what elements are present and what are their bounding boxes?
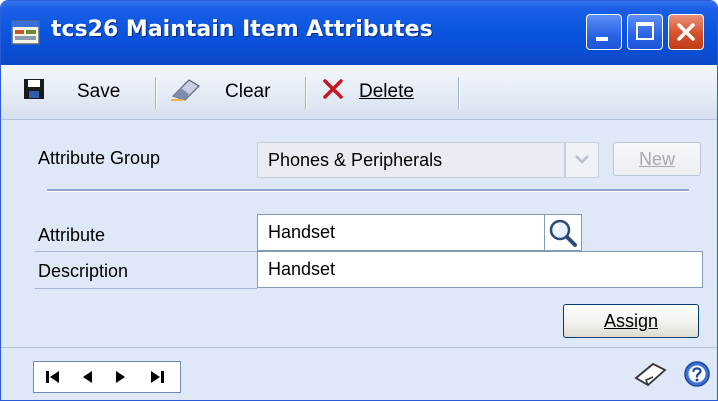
delete-label: Delete bbox=[359, 81, 414, 102]
eraser-icon bbox=[169, 76, 201, 108]
description-label: Description bbox=[38, 261, 129, 281]
first-record-icon[interactable] bbox=[44, 368, 62, 386]
status-bar bbox=[1, 347, 717, 400]
toolbar-separator bbox=[305, 77, 306, 109]
help-icon[interactable] bbox=[683, 360, 711, 393]
minimize-icon bbox=[596, 37, 608, 41]
new-attribute-group-button[interactable]: New bbox=[613, 142, 701, 176]
attribute-lookup-button[interactable] bbox=[544, 214, 582, 251]
maintain-item-attributes-window: tcs26 Maintain Item Attributes Save Clea… bbox=[0, 0, 718, 401]
previous-record-icon[interactable] bbox=[78, 368, 96, 386]
maximize-icon bbox=[636, 22, 654, 40]
chevron-down-icon bbox=[575, 155, 589, 164]
description-value: Handset bbox=[268, 259, 336, 279]
attribute-field[interactable]: Handset bbox=[257, 214, 545, 251]
save-button[interactable]: Save bbox=[23, 75, 120, 109]
toolbar-separator bbox=[458, 77, 459, 109]
close-icon bbox=[677, 23, 695, 41]
window-title: tcs26 Maintain Item Attributes bbox=[51, 17, 433, 42]
description-row-line bbox=[35, 288, 257, 289]
attribute-label: Attribute bbox=[38, 225, 106, 245]
close-button[interactable] bbox=[668, 14, 704, 50]
save-icon bbox=[23, 78, 45, 106]
attribute-group-dropdown-button[interactable] bbox=[565, 142, 599, 178]
note-icon[interactable] bbox=[633, 360, 667, 393]
last-record-icon[interactable] bbox=[148, 368, 166, 386]
delete-x-icon bbox=[321, 77, 345, 107]
clear-button[interactable]: Clear bbox=[169, 75, 270, 109]
magnifier-lookup-icon bbox=[549, 219, 577, 247]
new-button-label: New bbox=[638, 149, 675, 169]
next-record-icon[interactable] bbox=[112, 368, 130, 386]
attribute-group-value: Phones & Peripherals bbox=[268, 150, 443, 170]
title-bar[interactable]: tcs26 Maintain Item Attributes bbox=[1, 1, 717, 65]
assign-button[interactable]: Assign bbox=[563, 304, 699, 338]
assign-button-label: Assign bbox=[603, 311, 659, 331]
toolbar: Save Clear Delete bbox=[1, 65, 717, 120]
record-navigation bbox=[33, 361, 181, 393]
description-field[interactable]: Handset bbox=[257, 251, 703, 288]
minimize-button[interactable] bbox=[586, 14, 622, 50]
attribute-value: Handset bbox=[268, 222, 336, 242]
attribute-group-label: Attribute Group bbox=[38, 148, 161, 168]
window-app-icon bbox=[11, 20, 41, 46]
attribute-group-dropdown[interactable]: Phones & Peripherals bbox=[257, 142, 565, 178]
save-label: Save bbox=[77, 81, 121, 102]
toolbar-separator bbox=[155, 77, 156, 109]
section-divider bbox=[47, 189, 689, 192]
maximize-button[interactable] bbox=[627, 14, 663, 50]
delete-button[interactable]: Delete bbox=[321, 75, 414, 109]
attribute-row-line bbox=[35, 251, 257, 252]
clear-label: Clear bbox=[225, 81, 271, 102]
